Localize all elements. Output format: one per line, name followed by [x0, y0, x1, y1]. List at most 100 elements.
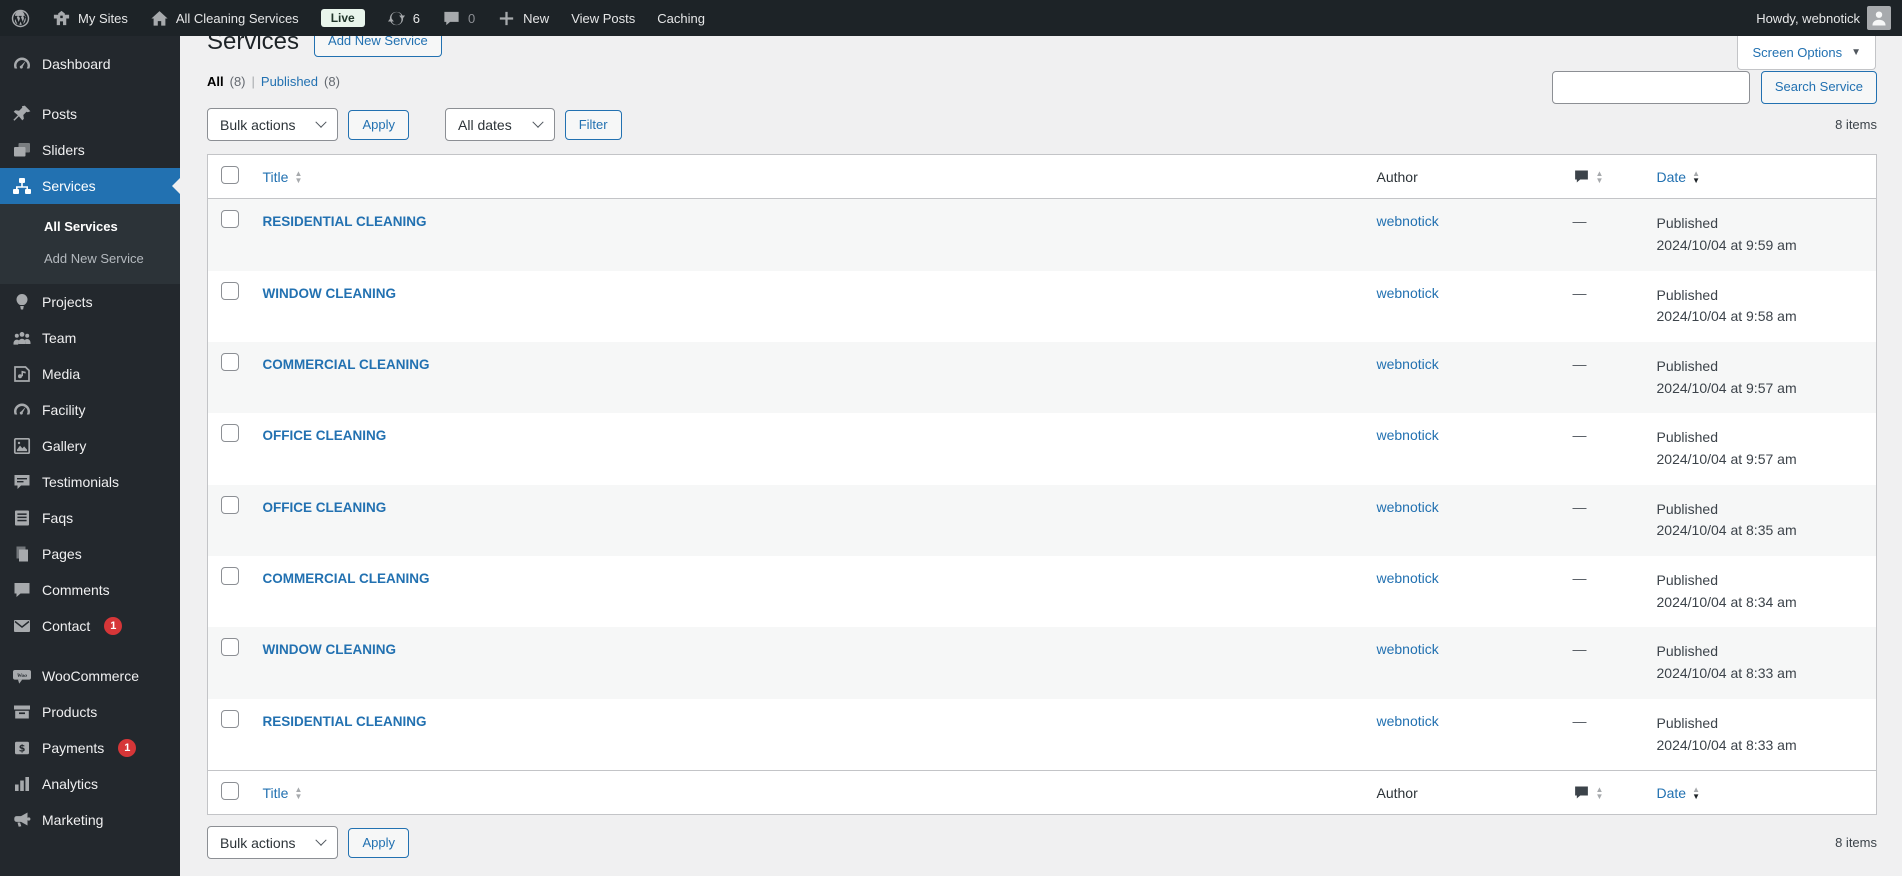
table-row: OFFICE CLEANING webnotick — Published 2024/1… [208, 413, 1877, 484]
dollar-icon: $ [12, 738, 32, 758]
service-title-link[interactable]: WINDOW CLEANING [263, 642, 396, 657]
row-date: 2024/10/04 at 8:33 am [1656, 665, 1797, 682]
bulk-actions-select[interactable]: Bulk actions [207, 108, 339, 142]
select-all-checkbox[interactable] [221, 166, 239, 185]
row-checkbox[interactable] [221, 638, 239, 657]
author-link[interactable]: webnotick [1377, 427, 1439, 443]
admin-bar-item-comments[interactable]: 0 [431, 0, 486, 36]
table-row: WINDOW CLEANING webnotick — Published 2024/1… [208, 271, 1877, 342]
row-checkbox[interactable] [221, 352, 239, 371]
admin-bar-item-live-badge[interactable]: Live [310, 0, 376, 36]
row-date: 2024/10/04 at 9:57 am [1656, 451, 1797, 467]
menu-separator [0, 644, 180, 658]
row-author-cell: webnotick [1367, 271, 1563, 342]
sidebar-item-faqs[interactable]: Faqs [0, 500, 180, 536]
service-title-link[interactable]: RESIDENTIAL CLEANING [263, 714, 427, 729]
admin-bar-item-caching[interactable]: Caching [646, 0, 716, 36]
service-title-link[interactable]: COMMERCIAL CLEANING [263, 357, 430, 372]
author-link[interactable]: webnotick [1377, 641, 1439, 657]
sidebar-item-services[interactable]: Services [0, 168, 180, 204]
bulk-actions-select-bottom[interactable]: Bulk actions [207, 826, 339, 860]
sidebar-item-media[interactable]: Media [0, 356, 180, 392]
row-checkbox[interactable] [221, 567, 239, 586]
top-toolbar: Bulk actions Apply All dates Filter 8 it… [207, 108, 1877, 142]
sidebar-item-payments[interactable]: $ Payments 1 [0, 730, 180, 766]
row-author-cell: webnotick [1367, 699, 1563, 771]
sort-arrows-icon: ▲ ▼ [1596, 169, 1604, 184]
row-checkbox-cell [208, 342, 253, 413]
plus-icon [497, 9, 516, 28]
row-checkbox[interactable] [221, 709, 239, 728]
column-label-title[interactable]: Title [263, 169, 289, 185]
svg-text:$: $ [19, 744, 26, 755]
sidebar-item-products[interactable]: Products [0, 694, 180, 730]
search-input[interactable] [1551, 71, 1750, 104]
sidebar-item-team[interactable]: Team [0, 320, 180, 356]
admin-bar-label: View Posts [571, 10, 636, 26]
column-label-title[interactable]: Title [263, 785, 289, 801]
row-checkbox[interactable] [221, 281, 239, 300]
service-title-link[interactable]: COMMERCIAL CLEANING [263, 571, 430, 586]
author-link[interactable]: webnotick [1377, 570, 1439, 586]
row-date: 2024/10/04 at 8:33 am [1656, 736, 1797, 753]
count-badge: 1 [104, 617, 123, 635]
author-link[interactable]: webnotick [1377, 499, 1439, 515]
author-link[interactable]: webnotick [1377, 213, 1439, 229]
chevron-down-icon [532, 116, 544, 128]
sidebar-item-label: Faqs [42, 510, 74, 526]
sidebar-item-testimonials[interactable]: Testimonials [0, 464, 180, 500]
sidebar-item-analytics[interactable]: Analytics [0, 766, 180, 802]
row-checkbox-cell [208, 556, 253, 627]
column-label-date[interactable]: Date [1657, 785, 1687, 801]
row-date-cell: Published 2024/10/04 at 9:58 am [1647, 271, 1877, 342]
sort-arrows-icon: ▲ ▼ [294, 169, 302, 184]
sidebar-item-dashboard[interactable]: Dashboard [0, 46, 180, 82]
sidebar-item-marketing[interactable]: Marketing [0, 802, 180, 838]
column-label-date[interactable]: Date [1657, 169, 1687, 185]
filter-published-link[interactable]: Published [261, 74, 318, 89]
author-link[interactable]: webnotick [1377, 713, 1439, 729]
author-link[interactable]: webnotick [1377, 285, 1439, 301]
sidebar-item-projects[interactable]: Projects [0, 284, 180, 320]
sidebar-item-comments[interactable]: Comments [0, 572, 180, 608]
sidebar-item-woocommerce[interactable]: Woo WooCommerce [0, 658, 180, 694]
apply-button-bottom[interactable]: Apply [348, 827, 410, 858]
sidebar-item-label: Sliders [42, 142, 85, 158]
admin-bar-item-site-name[interactable]: All Cleaning Services [139, 0, 310, 36]
search-service-button[interactable]: Search Service [1760, 71, 1877, 104]
service-title-link[interactable]: WINDOW CLEANING [263, 286, 396, 301]
row-checkbox[interactable] [221, 210, 239, 229]
apply-button[interactable]: Apply [348, 109, 410, 140]
sidebar-item-pages[interactable]: Pages [0, 536, 180, 572]
admin-bar-item-my-sites[interactable]: My Sites [41, 0, 139, 36]
submenu-item-add-new-service[interactable]: Add New Service [0, 243, 180, 275]
row-status: Published [1656, 429, 1719, 446]
select-all-checkbox[interactable] [221, 782, 239, 801]
row-author-cell: webnotick [1367, 556, 1563, 627]
submenu-item-all-services[interactable]: All Services [0, 211, 180, 243]
service-title-link[interactable]: RESIDENTIAL CLEANING [263, 214, 427, 229]
sidebar-item-label: Gallery [42, 438, 87, 454]
admin-bar: My Sites All Cleaning Services Live 6 0 New Vi… [0, 0, 1902, 36]
author-link[interactable]: webnotick [1377, 356, 1439, 372]
sidebar-item-sliders[interactable]: Sliders [0, 132, 180, 168]
date-filter-select[interactable]: All dates [445, 108, 555, 142]
admin-bar-item-new[interactable]: New [486, 0, 560, 36]
account-menu[interactable]: Howdy, webnotick [1745, 0, 1902, 36]
row-checkbox[interactable] [221, 495, 239, 514]
admin-bar-item-view-posts[interactable]: View Posts [560, 0, 646, 36]
filter-all-link[interactable]: All [207, 74, 224, 89]
row-title-cell: COMMERCIAL CLEANING [253, 556, 1367, 627]
sidebar-item-label: Posts [42, 106, 78, 122]
service-title-link[interactable]: OFFICE CLEANING [263, 500, 387, 515]
sidebar-item-facility[interactable]: Facility [0, 392, 180, 428]
service-title-link[interactable]: OFFICE CLEANING [263, 428, 387, 443]
row-checkbox[interactable] [221, 424, 239, 443]
filter-button[interactable]: Filter [564, 109, 622, 140]
sidebar-item-gallery[interactable]: Gallery [0, 428, 180, 464]
column-header-author: Author [1366, 154, 1563, 200]
sidebar-item-posts[interactable]: Posts [0, 96, 180, 132]
admin-bar-item-wordpress-logo[interactable] [0, 0, 41, 36]
sidebar-item-contact[interactable]: Contact 1 [0, 608, 180, 644]
admin-bar-item-updates[interactable]: 6 [376, 0, 431, 36]
